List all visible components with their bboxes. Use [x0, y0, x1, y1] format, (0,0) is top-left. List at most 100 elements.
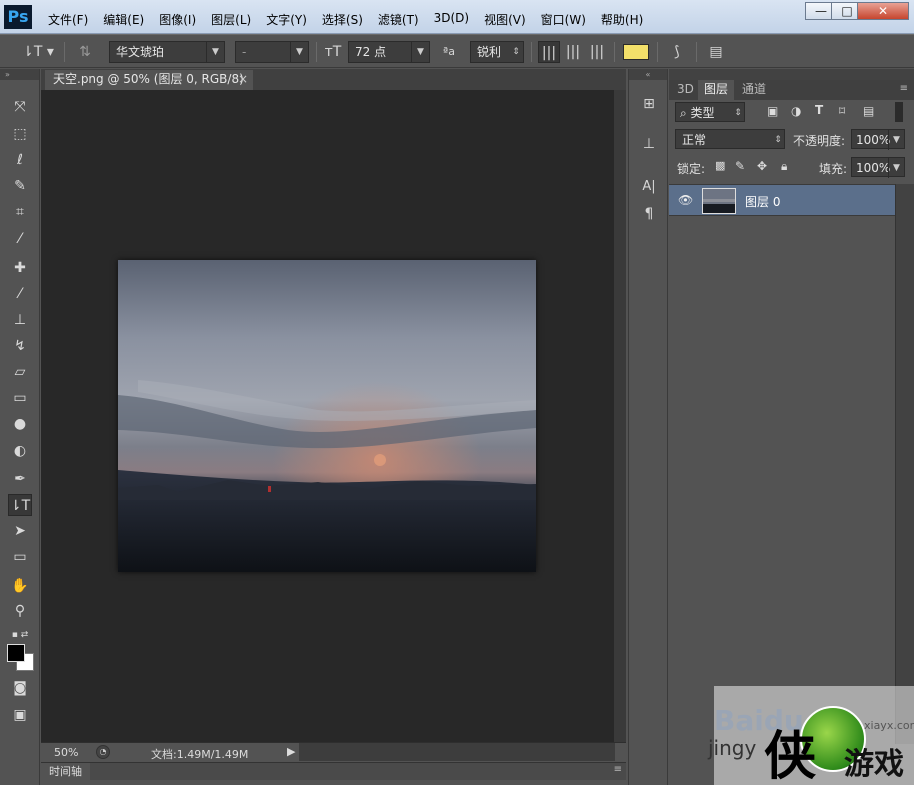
- search-icon: ⌕: [680, 106, 691, 120]
- align-right-icon[interactable]: |||: [586, 41, 608, 63]
- move-tool-icon[interactable]: ⤧: [8, 96, 32, 118]
- type-tool-icon[interactable]: ⇂T: [8, 494, 32, 516]
- warp-text-icon[interactable]: ⟆: [666, 41, 688, 63]
- layer-thumbnail[interactable]: [702, 188, 736, 214]
- font-family-value: 华文琥珀: [116, 45, 165, 59]
- path-selection-tool-icon[interactable]: ➤: [8, 520, 32, 542]
- layer-filter-value: 类型: [690, 106, 715, 120]
- healing-brush-tool-icon[interactable]: ✚: [8, 257, 32, 279]
- screen-mode-icon[interactable]: ▣: [8, 704, 32, 726]
- divider: [696, 42, 697, 62]
- antialias-select[interactable]: 锐利 ⇕: [470, 41, 524, 63]
- play-arrow-icon[interactable]: ▶: [287, 745, 295, 758]
- crop-tool-icon[interactable]: ⌗: [8, 201, 32, 223]
- panel-grip[interactable]: »: [0, 69, 39, 80]
- canvas-area[interactable]: [41, 90, 614, 742]
- quick-select-tool-icon[interactable]: ✎: [8, 175, 32, 197]
- menu-file[interactable]: 文件(F): [48, 11, 88, 28]
- layer-row[interactable]: 👁︎ 图层 0: [669, 184, 895, 216]
- menu-3d[interactable]: 3D(D): [434, 11, 469, 28]
- panel-grip[interactable]: [669, 69, 914, 80]
- close-tab-icon[interactable]: ×: [238, 70, 248, 89]
- dodge-tool-icon[interactable]: ◐: [8, 440, 32, 462]
- eye-icon[interactable]: 👁︎: [678, 193, 693, 207]
- menu-edit[interactable]: 编辑(E): [103, 11, 144, 28]
- menu-layer[interactable]: 图层(L): [211, 11, 251, 28]
- align-left-icon[interactable]: |||: [538, 41, 560, 63]
- rectangle-tool-icon[interactable]: ▭: [8, 546, 32, 568]
- blur-tool-icon[interactable]: ●: [8, 413, 32, 435]
- horizontal-scrollbar[interactable]: [299, 743, 615, 761]
- timeline-tab[interactable]: 时间轴: [41, 763, 90, 780]
- filter-pixel-icon[interactable]: ▣: [767, 104, 778, 118]
- eraser-tool-icon[interactable]: ▱: [8, 361, 32, 383]
- history-brush-tool-icon[interactable]: ↯: [8, 335, 32, 357]
- tab-channels[interactable]: 通道: [736, 80, 772, 100]
- type-tool-preset-icon[interactable]: ⇂T ▾: [18, 41, 58, 63]
- menu-help[interactable]: 帮助(H): [601, 11, 643, 28]
- clone-stamp-tool-icon[interactable]: ⊥: [8, 309, 32, 331]
- blend-mode-select[interactable]: 正常 ⇕: [675, 129, 785, 149]
- marquee-tool-icon[interactable]: ⬚: [8, 123, 32, 145]
- menu-view[interactable]: 视图(V): [484, 11, 526, 28]
- filter-toggle[interactable]: [895, 102, 903, 122]
- opacity-input[interactable]: 100% ▼: [851, 129, 905, 150]
- tab-3d[interactable]: 3D: [671, 80, 700, 100]
- document-tab[interactable]: 天空.png @ 50% (图层 0, RGB/8) ×: [45, 70, 253, 90]
- panel-menu-icon[interactable]: ≡: [614, 764, 622, 775]
- fill-input[interactable]: 100% ▼: [851, 157, 905, 178]
- gradient-tool-icon[interactable]: ▭: [8, 387, 32, 409]
- menu-image[interactable]: 图像(I): [159, 11, 196, 28]
- menu-type[interactable]: 文字(Y): [266, 11, 307, 28]
- opacity-value: 100%: [856, 133, 891, 147]
- tab-layers[interactable]: 图层: [698, 80, 735, 100]
- text-orientation-icon[interactable]: ⇅: [74, 41, 96, 63]
- paragraph-icon[interactable]: ¶: [637, 203, 661, 225]
- hand-tool-icon[interactable]: ✋: [8, 575, 32, 597]
- lasso-tool-icon[interactable]: ℓ: [8, 149, 32, 171]
- align-center-icon[interactable]: |||: [562, 41, 584, 63]
- brush-tool-icon[interactable]: ⁄: [8, 283, 32, 305]
- character-panel-icon[interactable]: ▤: [705, 41, 727, 63]
- lock-all-icon[interactable]: 🔒︎: [781, 159, 787, 174]
- clone-source-icon[interactable]: ⊥: [637, 133, 661, 155]
- layer-filter-select[interactable]: ⌕ 类型 ⇕: [675, 102, 745, 122]
- quick-mask-icon[interactable]: ◙: [8, 677, 32, 699]
- lock-position-icon[interactable]: ✥: [757, 159, 767, 173]
- layers-scrollbar[interactable]: [895, 184, 914, 744]
- panel-grip[interactable]: «: [629, 69, 667, 80]
- text-color-swatch[interactable]: [623, 44, 649, 60]
- chevron-down-icon: ▼: [206, 42, 224, 62]
- zoom-level[interactable]: 50%: [54, 746, 78, 759]
- foreground-color-swatch[interactable]: [7, 644, 25, 662]
- menu-filter[interactable]: 滤镜(T): [378, 11, 419, 28]
- pen-tool-icon[interactable]: ✒: [8, 468, 32, 490]
- close-button[interactable]: ✕: [857, 2, 909, 20]
- lock-image-icon[interactable]: ✎: [735, 159, 745, 173]
- character-icon[interactable]: A|: [637, 176, 661, 198]
- layers-panel: 3D 图层 通道 ≡ ⌕ 类型 ⇕ ▣ ◑ T ⌑ ▤ 正常 ⇕ 不透明度: 1…: [669, 69, 914, 785]
- chevron-down-icon: ▼: [411, 42, 429, 62]
- menu-bar: Ps 文件(F) 编辑(E) 图像(I) 图层(L) 文字(Y) 选择(S) 滤…: [0, 0, 914, 34]
- swap-colors-icon[interactable]: ▪ ⇄: [8, 624, 32, 646]
- zoom-tool-icon[interactable]: ⚲: [8, 600, 32, 622]
- filter-smart-object-icon[interactable]: ▤: [863, 104, 874, 118]
- watermark-jingyan-text: jingy: [708, 736, 757, 760]
- status-options-icon[interactable]: ◔: [96, 745, 110, 759]
- filter-type-icon[interactable]: T: [815, 103, 823, 117]
- grid-panel-icon[interactable]: ⊞: [637, 93, 661, 115]
- layer-name[interactable]: 图层 0: [745, 193, 780, 210]
- collapsed-panel-dock: « ⊞ ⊥ A| ¶: [628, 69, 668, 785]
- panel-menu-icon[interactable]: ≡: [900, 83, 908, 94]
- lock-transparent-icon[interactable]: ▩: [715, 159, 725, 172]
- spinner-icon: ⇕: [512, 47, 520, 57]
- font-style-select[interactable]: - ▼: [235, 41, 309, 63]
- eyedropper-tool-icon[interactable]: ⁄: [8, 228, 32, 250]
- menu-select[interactable]: 选择(S): [322, 11, 363, 28]
- filter-adjustment-icon[interactable]: ◑: [791, 104, 801, 118]
- vertical-scrollbar[interactable]: [614, 90, 626, 742]
- filter-shape-icon[interactable]: ⌑: [839, 104, 845, 118]
- font-family-select[interactable]: 华文琥珀 ▼: [109, 41, 225, 63]
- font-size-select[interactable]: 72 点 ▼: [348, 41, 430, 63]
- menu-window[interactable]: 窗口(W): [541, 11, 586, 28]
